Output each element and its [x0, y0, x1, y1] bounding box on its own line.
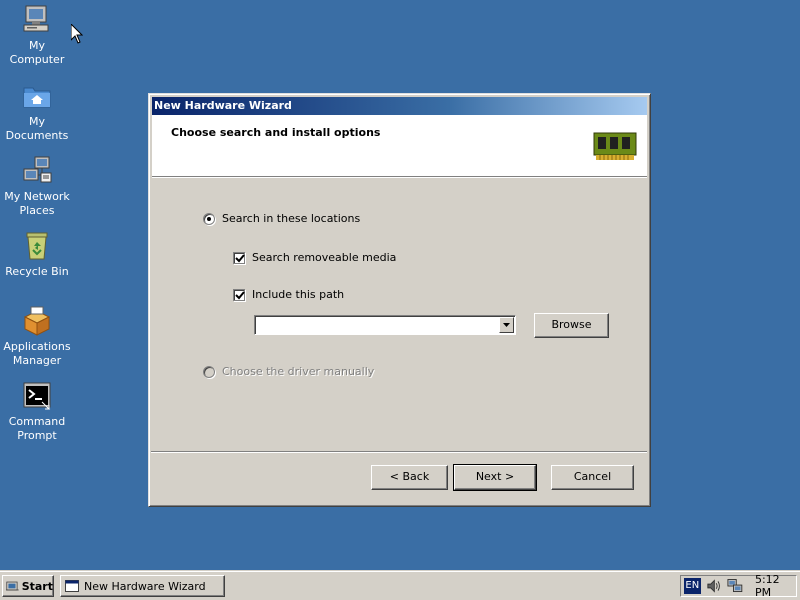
clock[interactable]: 5:12 PM — [755, 573, 796, 599]
desktop-icon-network-places[interactable]: My Network Places — [2, 155, 72, 218]
network-icon[interactable] — [727, 578, 744, 594]
search-locations-radio[interactable] — [203, 212, 215, 225]
network-places-icon — [23, 156, 52, 183]
wizard-header: Choose search and install options — [152, 115, 647, 178]
cancel-button[interactable]: Cancel — [551, 465, 634, 490]
checkmark-icon — [235, 290, 245, 299]
wizard-step-title: Choose search and install options — [171, 126, 381, 139]
applications-manager-icon — [23, 306, 51, 336]
back-button[interactable]: < Back — [371, 465, 448, 490]
search-locations-option[interactable]: Search in these locations — [203, 212, 360, 225]
browse-button[interactable]: Browse — [534, 313, 609, 338]
choose-manually-radio — [203, 365, 215, 378]
window-title[interactable]: New Hardware Wizard — [152, 97, 647, 115]
next-button[interactable]: Next > — [453, 464, 537, 491]
desktop-icon-recycle-bin[interactable]: Recycle Bin — [2, 230, 72, 279]
window-icon — [65, 580, 79, 592]
start-button[interactable]: Start — [2, 575, 54, 597]
desktop-icon-label: My Documents — [5, 115, 69, 142]
volume-icon[interactable] — [706, 578, 723, 594]
chevron-down-icon — [503, 323, 510, 327]
removable-media-option[interactable]: Search removeable media — [233, 251, 396, 264]
button-separator — [151, 451, 647, 453]
choose-manually-label: Choose the driver manually — [222, 365, 375, 378]
include-path-label: Include this path — [252, 288, 345, 301]
recycle-bin-icon — [26, 232, 48, 260]
removable-media-label: Search removeable media — [252, 251, 397, 264]
desktop-icon-my-computer[interactable]: My Computer — [2, 4, 72, 67]
desktop-icon-label: Command Prompt — [8, 415, 66, 442]
desktop-icon-label: My Network Places — [4, 190, 70, 217]
desktop-icon-label: My Computer — [9, 39, 65, 66]
system-tray: EN 5:12 PM — [680, 573, 797, 599]
start-logo-icon — [6, 581, 19, 591]
desktop-icon-applications-manager[interactable]: Applications Manager — [2, 305, 72, 368]
choose-manually-option: Choose the driver manually — [203, 365, 374, 378]
start-label: Start — [21, 579, 53, 593]
new-hardware-wizard-window[interactable]: New Hardware Wizard Choose search and in… — [148, 93, 651, 507]
desktop-icon-command-prompt[interactable]: Command Prompt — [2, 380, 72, 443]
checkmark-icon — [235, 253, 245, 262]
include-path-checkbox[interactable] — [233, 288, 245, 301]
search-locations-label: Search in these locations — [222, 212, 361, 225]
taskbar: Start New Hardware Wizard EN 5:12 PM — [0, 570, 800, 600]
hardware-card-icon — [593, 132, 637, 160]
removable-media-checkbox[interactable] — [233, 251, 245, 264]
desktop-icon-my-documents[interactable]: My Documents — [2, 80, 72, 143]
my-documents-icon — [23, 87, 51, 108]
dropdown-button[interactable] — [499, 317, 514, 333]
taskbar-window-button[interactable]: New Hardware Wizard — [60, 575, 225, 597]
language-indicator[interactable]: EN — [684, 578, 701, 594]
mouse-pointer-icon — [71, 24, 83, 44]
path-combobox[interactable] — [254, 315, 516, 335]
command-prompt-icon — [23, 382, 51, 410]
desktop-icon-label: Applications Manager — [3, 340, 71, 367]
include-path-option[interactable]: Include this path — [233, 288, 344, 301]
taskbar-window-label: New Hardware Wizard — [84, 579, 206, 593]
desktop-icon-label: Recycle Bin — [5, 265, 69, 278]
my-computer-icon — [23, 5, 49, 32]
